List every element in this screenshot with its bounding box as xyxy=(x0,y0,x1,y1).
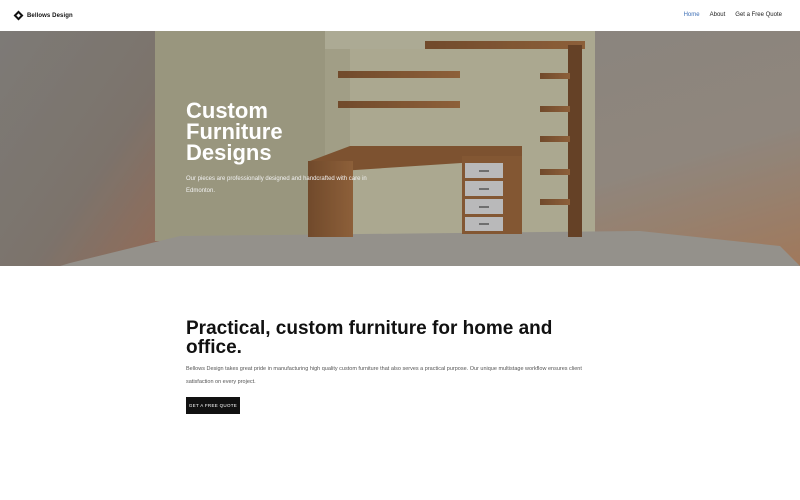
get-free-quote-button[interactable]: GET A FREE QUOTE xyxy=(186,397,240,414)
hero-banner: Custom Furniture Designs Our pieces are … xyxy=(0,31,800,266)
brand-name: Bellows Design xyxy=(27,12,73,19)
main-nav: Home About Get a Free Quote xyxy=(684,12,782,18)
nav-about-link[interactable]: About xyxy=(710,12,726,18)
hero-overlay xyxy=(0,31,800,266)
site-header: Bellows Design Home About Get a Free Quo… xyxy=(0,0,800,31)
brand-logo[interactable]: Bellows Design xyxy=(13,10,73,21)
intro-body: Bellows Design takes great pride in manu… xyxy=(186,366,582,385)
diamond-logo-icon xyxy=(13,10,24,21)
intro-title: Practical, custom furniture for home and… xyxy=(186,318,553,358)
nav-home-link[interactable]: Home xyxy=(684,12,700,18)
hero-title: Custom Furniture Designs xyxy=(186,98,283,165)
intro-section: Practical, custom furniture for home and… xyxy=(186,319,606,389)
nav-quote-link[interactable]: Get a Free Quote xyxy=(735,12,782,18)
hero-subtitle: Our pieces are professionally designed a… xyxy=(186,176,367,194)
